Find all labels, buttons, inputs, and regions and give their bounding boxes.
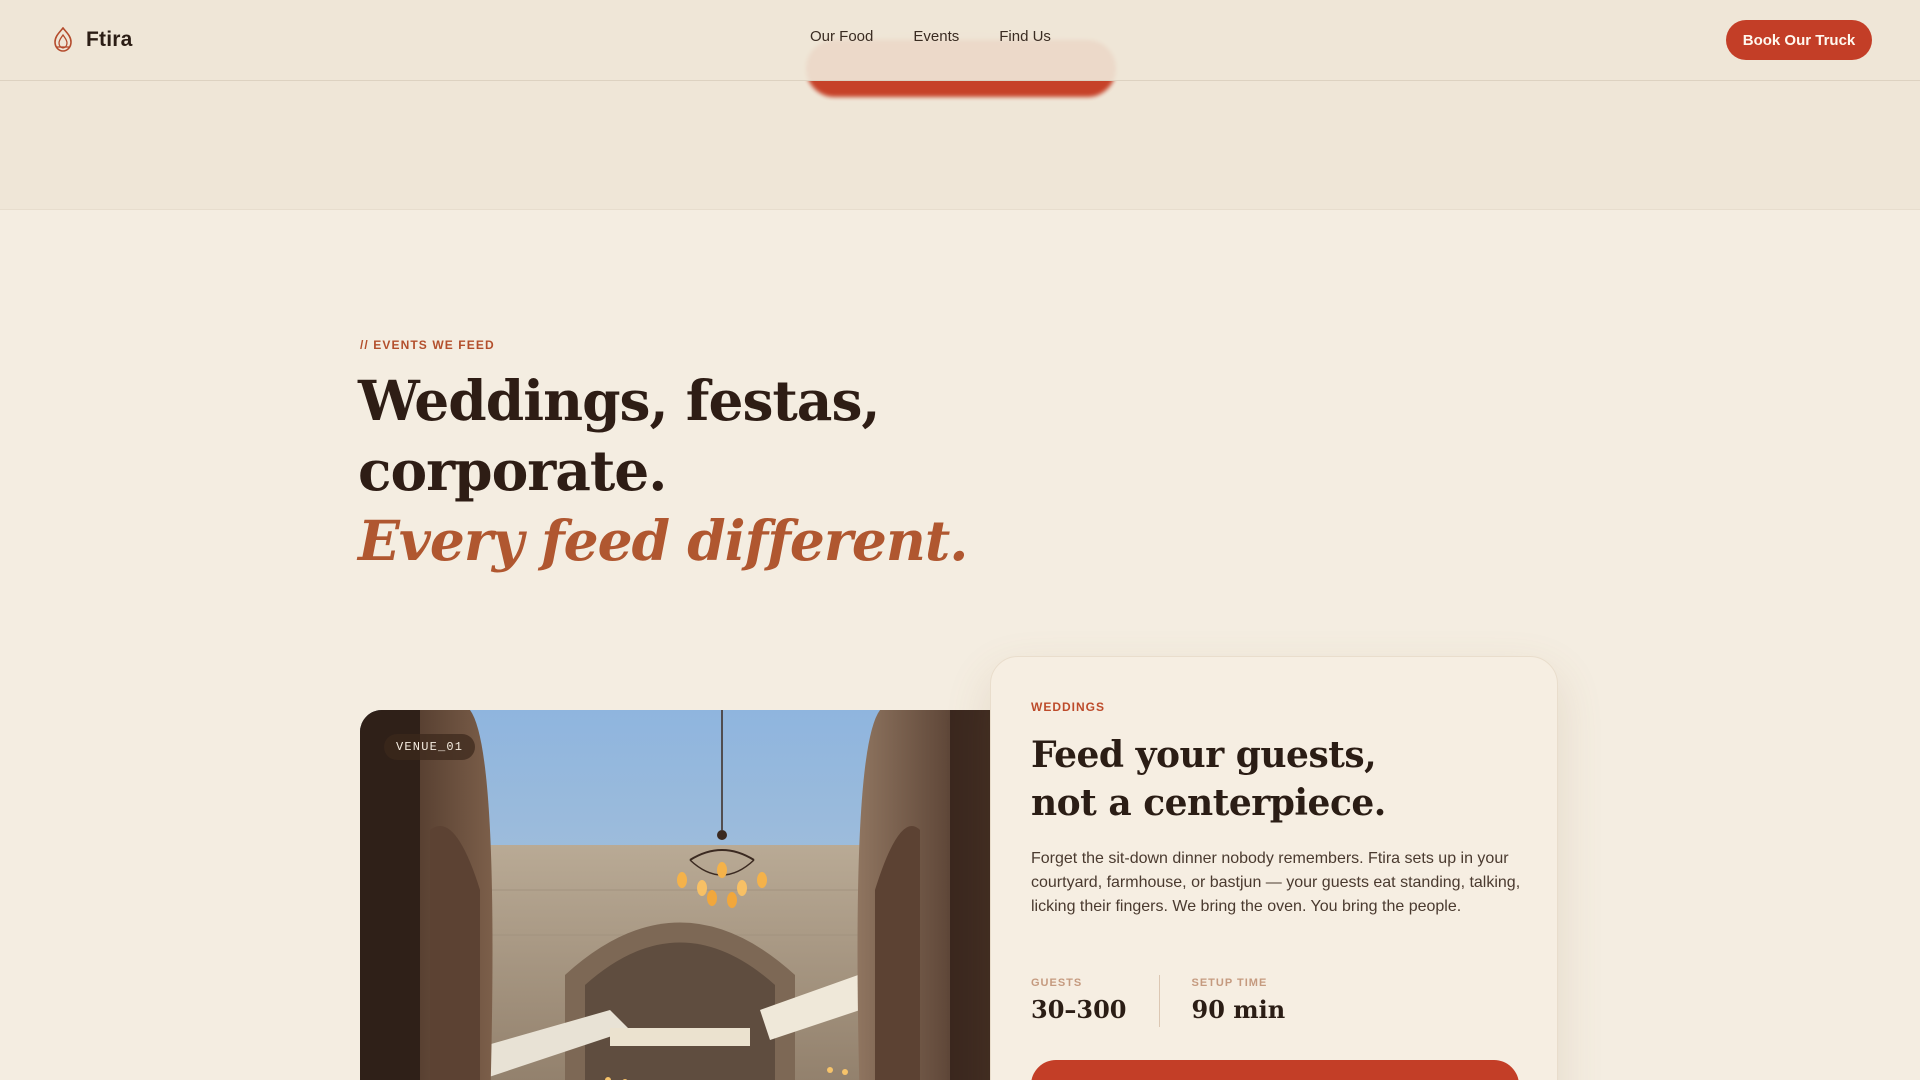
weddings-card: WEDDINGS Feed your guests, not a centerp…: [990, 656, 1558, 1080]
stat-value: 30–300: [1031, 995, 1127, 1024]
section-headline: Weddings, festas, corporate. Every feed …: [358, 366, 1118, 576]
page: Ftira Our Food Events Find Us Book Our T…: [0, 0, 1920, 1080]
stat-setup-time: SETUP TIME 90 min: [1158, 975, 1318, 1027]
site-header: Ftira Our Food Events Find Us Book Our T…: [0, 0, 1920, 81]
stat-label: SETUP TIME: [1191, 977, 1268, 989]
book-truck-button[interactable]: Book Our Truck: [1726, 20, 1872, 60]
stat-guests: GUESTS 30–300: [1031, 975, 1159, 1027]
headline-line-1: Weddings, festas,: [358, 368, 881, 433]
venue-photo: [360, 710, 990, 1080]
card-title-line-2: not a centerpiece.: [1031, 782, 1386, 824]
section-eyebrow: // EVENTS WE FEED: [360, 338, 495, 352]
nav-events[interactable]: Events: [913, 28, 959, 45]
card-body: Forget the sit-down dinner nobody rememb…: [1031, 850, 1521, 915]
card-eyebrow: WEDDINGS: [1031, 700, 1105, 714]
main-nav: Our Food Events Find Us: [810, 28, 1051, 45]
headline-line-2: corporate.: [358, 438, 667, 503]
card-title: Feed your guests, not a centerpiece.: [1031, 731, 1501, 827]
stat-value: 90 min: [1191, 995, 1286, 1024]
top-band-divider: [0, 209, 1920, 210]
card-cta-button[interactable]: [1031, 1060, 1519, 1080]
headline-accent: Every feed different.: [358, 508, 968, 573]
brand-name: Ftira: [86, 28, 133, 51]
nav-find-us[interactable]: Find Us: [999, 28, 1051, 45]
card-title-line-1: Feed your guests,: [1031, 734, 1377, 776]
nav-our-food[interactable]: Our Food: [810, 28, 873, 45]
venue-tag: VENUE_01: [384, 734, 476, 760]
brand-link[interactable]: Ftira: [52, 25, 133, 55]
flame-logo-icon: [52, 27, 74, 53]
card-stats: GUESTS 30–300 SETUP TIME 90 min: [1031, 975, 1317, 1027]
stat-label: GUESTS: [1031, 977, 1083, 989]
